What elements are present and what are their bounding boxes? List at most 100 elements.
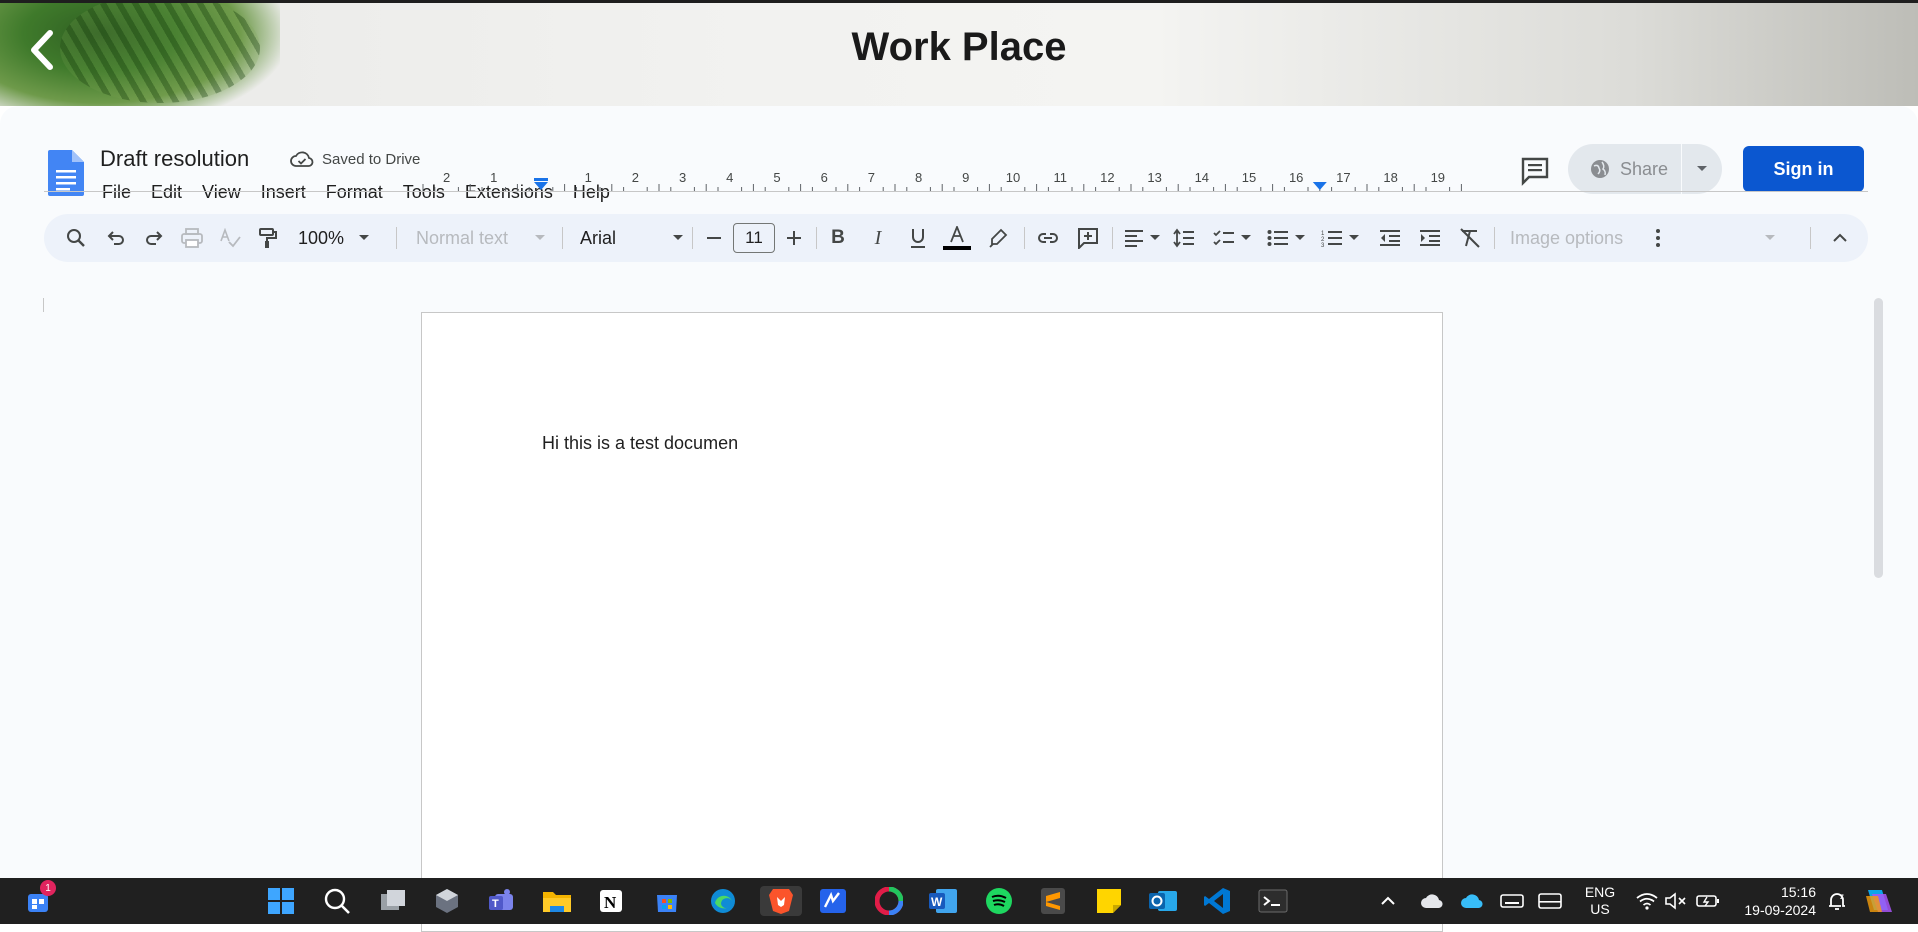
clock[interactable]: 15:16 19-09-2024 <box>1732 878 1816 924</box>
more-vert-icon <box>1656 229 1660 247</box>
undo-button[interactable] <box>102 214 130 262</box>
insert-link-button[interactable] <box>1034 214 1062 262</box>
taskbar-app-notion[interactable]: N <box>596 886 626 916</box>
cube-app-icon <box>436 889 458 913</box>
decrease-indent-button[interactable] <box>1376 214 1404 262</box>
taskbar-app-cube[interactable] <box>432 886 462 916</box>
document-page[interactable]: Hi this is a test documen <box>421 312 1443 932</box>
increase-indent-button[interactable] <box>1416 214 1444 262</box>
do-not-disturb-button[interactable]: z <box>1826 878 1848 924</box>
caret-down-icon <box>1349 235 1359 240</box>
font-size-value: 11 <box>733 223 775 253</box>
folder-icon <box>543 892 571 912</box>
copilot-button[interactable] <box>1862 878 1894 924</box>
ruler-label: 10 <box>1006 170 1020 185</box>
hide-menus-button[interactable] <box>1826 214 1854 262</box>
word-icon: W <box>929 889 957 913</box>
taskbar-app-store[interactable] <box>652 886 682 916</box>
ruler-label: 17 <box>1336 170 1350 185</box>
taskbar-app-outlook[interactable] <box>1148 886 1178 916</box>
line-spacing-icon <box>1173 228 1194 248</box>
store-icon <box>657 895 677 912</box>
show-hidden-icons-button[interactable] <box>1380 878 1396 924</box>
ruler-label: 8 <box>915 170 922 185</box>
ruler-label: 19 <box>1431 170 1445 185</box>
start-button[interactable] <box>266 886 296 916</box>
align-left-icon <box>1125 230 1143 247</box>
checklist-select[interactable] <box>1208 214 1256 262</box>
text-color-button[interactable] <box>942 214 972 262</box>
taskbar-app-teams[interactable]: T <box>486 886 516 916</box>
toolbar-divider <box>396 227 397 249</box>
document-body-text[interactable]: Hi this is a test documen <box>542 433 738 454</box>
tray-wifi[interactable] <box>1636 878 1658 924</box>
taskbar-app-terminal[interactable] <box>1258 886 1288 916</box>
vertical-scrollbar-thumb[interactable] <box>1874 298 1883 578</box>
more-options-button[interactable] <box>1648 214 1668 262</box>
bulleted-list-select[interactable] <box>1262 214 1310 262</box>
print-button[interactable] <box>178 214 206 262</box>
spellcheck-icon <box>220 228 241 248</box>
increase-font-size-button[interactable] <box>780 214 808 262</box>
bold-button[interactable]: B <box>824 214 852 262</box>
ruler-label: 18 <box>1383 170 1397 185</box>
wifi-icon <box>1636 893 1658 910</box>
taskbar-app-brave[interactable] <box>760 886 802 916</box>
taskbar-app-file-explorer[interactable] <box>542 886 572 916</box>
caret-down-icon <box>1295 235 1305 240</box>
insert-comment-button[interactable] <box>1074 214 1102 262</box>
edge-icon <box>711 889 735 913</box>
align-select[interactable] <box>1120 214 1164 262</box>
caret-down-icon <box>535 235 545 240</box>
add-comment-icon <box>1078 228 1098 249</box>
taskbar-app-color-picker[interactable] <box>874 886 904 916</box>
horizontal-ruler[interactable]: 2 1 1 2 3 4 5 6 7 8 9 10 11 12 13 14 15 16 17 18 19 <box>44 162 1868 192</box>
clear-formatting-button[interactable] <box>1456 214 1484 262</box>
paint-format-button[interactable] <box>254 214 282 262</box>
taskbar-app-writer[interactable] <box>818 886 848 916</box>
taskbar-app-edge[interactable] <box>708 886 738 916</box>
toolbar-divider <box>1112 227 1113 249</box>
paragraph-style-select[interactable]: Normal text <box>416 214 546 262</box>
text-color-swatch <box>943 246 971 250</box>
checklist-icon <box>1213 230 1234 246</box>
caret-down-icon <box>673 235 683 240</box>
widgets-button[interactable]: 1 <box>24 880 56 916</box>
cloud-icon <box>1421 894 1443 909</box>
highlight-color-button[interactable] <box>984 214 1012 262</box>
tray-battery[interactable] <box>1696 878 1720 924</box>
taskbar-search-button[interactable] <box>322 886 352 916</box>
taskbar-app-vscode[interactable] <box>1202 886 1232 916</box>
underline-button[interactable] <box>904 214 932 262</box>
line-spacing-button[interactable] <box>1170 214 1198 262</box>
taskbar-app-spotify[interactable] <box>984 886 1014 916</box>
print-icon <box>181 228 203 248</box>
bold-icon: B <box>831 227 845 248</box>
underline-icon <box>911 229 925 248</box>
task-view-button[interactable] <box>378 886 408 916</box>
tray-onedrive-business[interactable] <box>1460 878 1484 924</box>
taskbar-app-sublime[interactable] <box>1038 886 1068 916</box>
taskbar-app-sticky-notes[interactable] <box>1094 886 1124 916</box>
zoom-select[interactable]: 100% <box>298 214 378 262</box>
tray-onedrive-personal[interactable] <box>1420 878 1444 924</box>
tray-display[interactable] <box>1538 878 1562 924</box>
spelling-check-button[interactable] <box>216 214 244 262</box>
decrease-font-size-button[interactable] <box>700 214 728 262</box>
italic-button[interactable]: I <box>864 214 892 262</box>
input-language-indicator[interactable]: ENG US <box>1584 878 1616 924</box>
redo-button[interactable] <box>140 214 168 262</box>
mode-dropdown-button[interactable] <box>1760 214 1780 262</box>
chevron-up-icon <box>1833 233 1847 242</box>
image-options-button[interactable]: Image options <box>1510 214 1630 262</box>
vscode-icon <box>1204 888 1230 914</box>
search-menus-button[interactable] <box>62 214 90 262</box>
tray-keyboard[interactable] <box>1500 878 1524 924</box>
toolbar-divider <box>1810 227 1811 249</box>
zoom-value: 100% <box>298 227 345 248</box>
tray-volume[interactable] <box>1664 878 1688 924</box>
font-select[interactable]: Arial <box>580 214 684 262</box>
taskbar-app-word[interactable]: W <box>928 886 958 916</box>
font-size-field[interactable]: 11 <box>732 214 776 262</box>
numbered-list-select[interactable]: 123 <box>1316 214 1364 262</box>
